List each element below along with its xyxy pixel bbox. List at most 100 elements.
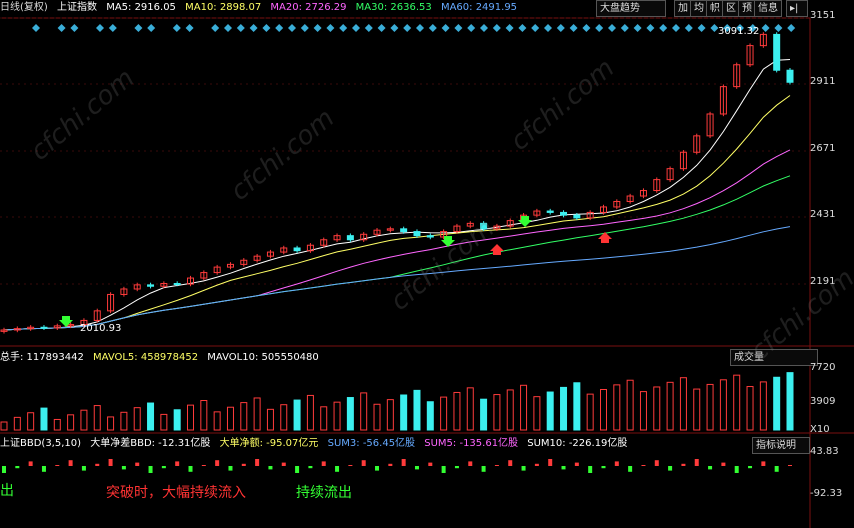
volume-bar — [506, 389, 514, 431]
volume-bar — [746, 386, 754, 431]
signal-diamond — [684, 24, 693, 32]
bbd-bar — [135, 462, 140, 466]
bbd-bar — [41, 466, 46, 472]
volume-bar — [480, 398, 488, 431]
candle-body — [400, 228, 408, 233]
candle-body — [293, 247, 301, 252]
volume-bar — [187, 404, 195, 431]
bbd-bar — [308, 466, 313, 469]
bbd-bar — [2, 466, 6, 473]
bbd-bar — [361, 460, 366, 466]
bbd-bar — [454, 466, 459, 469]
bbd-bar — [188, 466, 193, 472]
candle-body — [786, 69, 794, 83]
signal-diamond — [659, 24, 668, 32]
volume-bar — [666, 381, 674, 431]
signal-diamond — [108, 24, 117, 32]
candle-body — [346, 235, 354, 241]
volume-bar — [453, 391, 461, 431]
volume-bar — [573, 382, 581, 431]
bbd-bar — [548, 459, 553, 466]
volume-total: 总手: 117893442 — [0, 352, 84, 363]
volume-bar — [13, 416, 21, 431]
signal-diamond — [454, 24, 463, 32]
bbd-bar — [28, 461, 33, 466]
bbd-bar — [654, 460, 659, 466]
bbd-header: 上证BBD(3,5,10) 大单净差BBD: -12.31亿股 大单净额: -9… — [0, 436, 633, 452]
signal-diamond — [70, 24, 79, 32]
bbd-bar — [534, 463, 539, 466]
volume-bar — [320, 406, 328, 431]
signal-diamond — [608, 24, 616, 32]
signal-diamond — [467, 24, 476, 32]
volume-bar — [333, 401, 341, 431]
signal-diamond — [569, 24, 578, 32]
signal-diamond — [377, 24, 386, 32]
bbd-bar — [761, 461, 766, 466]
volume-bar — [773, 376, 781, 431]
bbd-bar — [201, 465, 206, 466]
volume-bar — [493, 394, 501, 431]
signal-diamond — [646, 24, 655, 32]
volume-bar — [786, 372, 794, 431]
bbd-bar — [268, 466, 273, 470]
signal-diamond — [352, 24, 360, 32]
volume-bar — [253, 397, 261, 431]
indicator-help-button[interactable]: 指标说明 — [752, 437, 810, 454]
signal-diamond — [531, 24, 540, 32]
volume-bar — [147, 402, 155, 431]
candle-body — [773, 33, 781, 71]
volume-bar — [546, 391, 554, 431]
bbd-bar — [641, 465, 646, 466]
signal-diamond — [32, 24, 40, 32]
high-label: 3091.32 — [718, 26, 760, 37]
bbd-bar — [628, 466, 633, 472]
signal-diamond — [403, 24, 412, 32]
candle-body — [546, 210, 554, 213]
low-label: 2010.93 — [80, 323, 122, 334]
ma60-line — [3, 226, 791, 331]
signal-diamond — [761, 24, 770, 32]
candle-body — [173, 283, 181, 286]
bbd-bar — [175, 461, 180, 466]
bbd-bar — [95, 463, 100, 466]
volume-bar — [560, 386, 568, 431]
bbd-bar — [295, 466, 300, 473]
bbd-tick: 43.83 — [810, 446, 839, 457]
bbd-bar — [734, 466, 739, 473]
bbd-bar — [215, 460, 220, 466]
volume-bar — [293, 399, 301, 431]
bbd-bar — [614, 461, 619, 466]
bbd-bar — [228, 466, 233, 471]
volume-bar — [93, 405, 101, 431]
signal-diamond — [544, 24, 552, 32]
bbd-bar — [121, 466, 126, 470]
signal-diamond — [441, 24, 450, 32]
bbd-title: 上证BBD(3,5,10) — [0, 438, 82, 449]
volume-bar — [719, 379, 727, 431]
signal-diamond — [480, 24, 488, 32]
volume-bar — [706, 383, 714, 431]
signal-diamond — [249, 24, 258, 32]
signal-diamond — [633, 24, 642, 32]
candle-body — [40, 326, 48, 329]
volume-bar — [80, 409, 88, 431]
volume-bar — [160, 413, 168, 431]
bbd-bar — [561, 466, 566, 470]
volume-bar — [67, 414, 75, 431]
bbd-bar — [255, 459, 260, 466]
signal-diamond — [326, 24, 335, 32]
bbd-bar — [428, 462, 433, 466]
volume-bar — [213, 411, 221, 431]
volume-bar — [360, 392, 368, 431]
candle-body — [413, 231, 421, 237]
volume-bar — [306, 394, 314, 431]
signal-diamond — [57, 24, 66, 32]
volume-bar — [120, 411, 128, 431]
volume-bar — [107, 416, 115, 431]
signal-diamond — [364, 24, 373, 32]
bbd-bar — [348, 465, 353, 466]
volume-bar — [679, 377, 687, 431]
bbd-sum3: SUM3: -56.45亿股 — [327, 438, 416, 449]
signal-diamond — [185, 24, 194, 32]
